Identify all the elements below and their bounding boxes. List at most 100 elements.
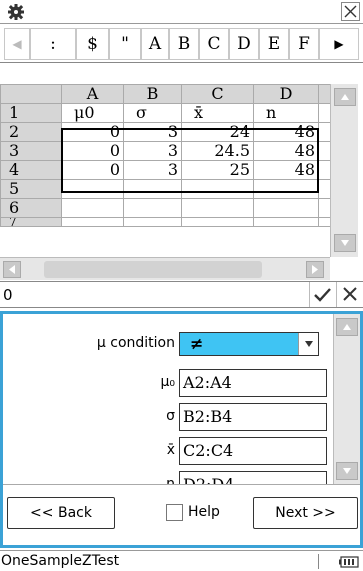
cell-c5[interactable] bbox=[181, 179, 254, 199]
divider bbox=[318, 554, 319, 569]
condition-select[interactable]: ≠ bbox=[179, 332, 319, 356]
column-header-b[interactable]: B bbox=[123, 84, 182, 104]
scroll-down-button[interactable] bbox=[334, 234, 356, 252]
spreadsheet-grid: A B C D 1 μ0 σ x̄ n 2 0 3 24 48 3 0 3 24… bbox=[0, 84, 333, 227]
cell-a3[interactable]: 0 bbox=[61, 141, 124, 161]
help-label[interactable]: Help bbox=[188, 504, 220, 520]
column-header-a[interactable]: A bbox=[61, 84, 124, 104]
cell-b4[interactable]: 3 bbox=[123, 160, 182, 180]
scroll-up-button[interactable] bbox=[334, 88, 356, 106]
row-header[interactable]: 6 bbox=[0, 198, 62, 218]
cell-d4[interactable]: 48 bbox=[253, 160, 319, 180]
cell-c1[interactable]: x̄ bbox=[181, 103, 254, 123]
toolbar-key-colon[interactable]: : bbox=[30, 28, 76, 60]
sigma-field[interactable]: B2:B4 bbox=[179, 403, 327, 431]
wizard-scroll-up-button[interactable] bbox=[336, 318, 358, 336]
xbar-label: x̄ bbox=[166, 442, 175, 458]
divider bbox=[3, 484, 360, 485]
toolbar-key-d[interactable]: D bbox=[229, 28, 259, 60]
mu0-field[interactable]: A2:A4 bbox=[179, 369, 327, 397]
wizard-panel: μ condition ≠ μ₀ A2:A4 σ B2:B4 x̄ C2:C4 … bbox=[0, 311, 363, 548]
condition-select-value: ≠ bbox=[190, 334, 204, 353]
row-header[interactable]: 2 bbox=[0, 122, 62, 142]
cell-c6[interactable] bbox=[181, 198, 254, 218]
wizard-vertical-scrollbar[interactable] bbox=[333, 314, 360, 485]
toolbar-key-quote[interactable]: " bbox=[109, 28, 141, 60]
dropdown-button[interactable] bbox=[298, 333, 318, 355]
toolbar-key-f[interactable]: F bbox=[289, 28, 319, 60]
confirm-button[interactable] bbox=[309, 282, 336, 307]
cell-d7[interactable] bbox=[253, 217, 319, 227]
cell-c4[interactable]: 25 bbox=[181, 160, 254, 180]
horizontal-scroll-thumb[interactable] bbox=[44, 261, 262, 278]
cell-b3[interactable]: 3 bbox=[123, 141, 182, 161]
cancel-edit-button[interactable] bbox=[336, 282, 363, 307]
n-field[interactable]: D2:D4 bbox=[179, 471, 327, 484]
sigma-label: σ bbox=[166, 408, 175, 424]
toolbar-key-e[interactable]: E bbox=[259, 28, 289, 60]
help-checkbox[interactable] bbox=[166, 504, 183, 521]
wizard-content: μ condition ≠ μ₀ A2:A4 σ B2:B4 x̄ C2:C4 … bbox=[3, 314, 333, 484]
battery-icon bbox=[339, 556, 359, 568]
status-bar: OneSampleZTest bbox=[0, 550, 363, 571]
cell-d1[interactable]: n bbox=[253, 103, 319, 123]
scroll-left-button[interactable] bbox=[3, 261, 21, 278]
toolbar-scroll-right-button[interactable]: ▶ bbox=[319, 28, 359, 60]
mu0-label: μ₀ bbox=[160, 374, 175, 390]
cell-d5[interactable] bbox=[253, 179, 319, 199]
row-header[interactable]: 3 bbox=[0, 141, 62, 161]
title-bar bbox=[0, 0, 363, 24]
gear-icon[interactable] bbox=[6, 2, 26, 22]
cell-a4[interactable]: 0 bbox=[61, 160, 124, 180]
cell-c2[interactable]: 24 bbox=[181, 122, 254, 142]
toolbar-scroll-left-button[interactable]: ◀ bbox=[4, 28, 30, 60]
triangle-down-icon bbox=[343, 468, 351, 474]
row-header[interactable]: 5 bbox=[0, 179, 62, 199]
cell-a1[interactable]: μ0 bbox=[61, 103, 124, 123]
cell-b6[interactable] bbox=[123, 198, 182, 218]
cell-a7[interactable] bbox=[61, 217, 124, 227]
toolbar-key-dollar[interactable]: $ bbox=[76, 28, 109, 60]
edit-line-value[interactable]: 0 bbox=[3, 286, 13, 304]
cell-a2[interactable]: 0 bbox=[61, 122, 124, 142]
row-header[interactable]: 4 bbox=[0, 160, 62, 180]
n-label: n bbox=[166, 476, 175, 484]
corner-cell[interactable] bbox=[0, 84, 62, 104]
cell-b5[interactable] bbox=[123, 179, 182, 199]
row-header[interactable]: 1 bbox=[0, 103, 62, 123]
wizard-scroll-down-button[interactable] bbox=[336, 462, 358, 480]
cell-c3[interactable]: 24.5 bbox=[181, 141, 254, 161]
scroll-right-button[interactable] bbox=[306, 261, 324, 278]
condition-label: μ condition bbox=[96, 335, 175, 351]
triangle-right-icon bbox=[312, 265, 318, 274]
cell-c7[interactable] bbox=[181, 217, 254, 227]
column-header-c[interactable]: C bbox=[181, 84, 254, 104]
triangle-down-icon bbox=[341, 240, 349, 246]
app-name: OneSampleZTest bbox=[1, 553, 120, 569]
sheet-horizontal-scrollbar[interactable] bbox=[0, 257, 330, 280]
back-button[interactable]: << Back bbox=[7, 497, 115, 529]
column-header-d[interactable]: D bbox=[253, 84, 319, 104]
cell-edit-line[interactable]: 0 bbox=[0, 281, 363, 308]
close-icon bbox=[343, 287, 357, 301]
cell-a6[interactable] bbox=[61, 198, 124, 218]
cell-b1[interactable]: σ bbox=[123, 103, 182, 123]
cell-b2[interactable]: 3 bbox=[123, 122, 182, 142]
next-button[interactable]: Next >> bbox=[253, 497, 358, 529]
cell-b7[interactable] bbox=[123, 217, 182, 227]
toolbar-key-a[interactable]: A bbox=[141, 28, 169, 60]
cell-d6[interactable] bbox=[253, 198, 319, 218]
triangle-up-icon bbox=[343, 324, 351, 330]
cell-a5[interactable] bbox=[61, 179, 124, 199]
toolbar-key-b[interactable]: B bbox=[169, 28, 199, 60]
sheet-vertical-scrollbar[interactable] bbox=[330, 84, 358, 257]
cell-d2[interactable]: 48 bbox=[253, 122, 319, 142]
close-button[interactable] bbox=[341, 2, 360, 21]
character-toolbar: ◀ : $ " A B C D E F ▶ bbox=[0, 25, 363, 63]
toolbar-key-c[interactable]: C bbox=[199, 28, 229, 60]
cell-d3[interactable]: 48 bbox=[253, 141, 319, 161]
xbar-field[interactable]: C2:C4 bbox=[179, 437, 327, 465]
row-header[interactable]: 7 bbox=[0, 217, 62, 227]
checkmark-icon bbox=[314, 288, 331, 302]
triangle-left-icon bbox=[9, 265, 15, 274]
